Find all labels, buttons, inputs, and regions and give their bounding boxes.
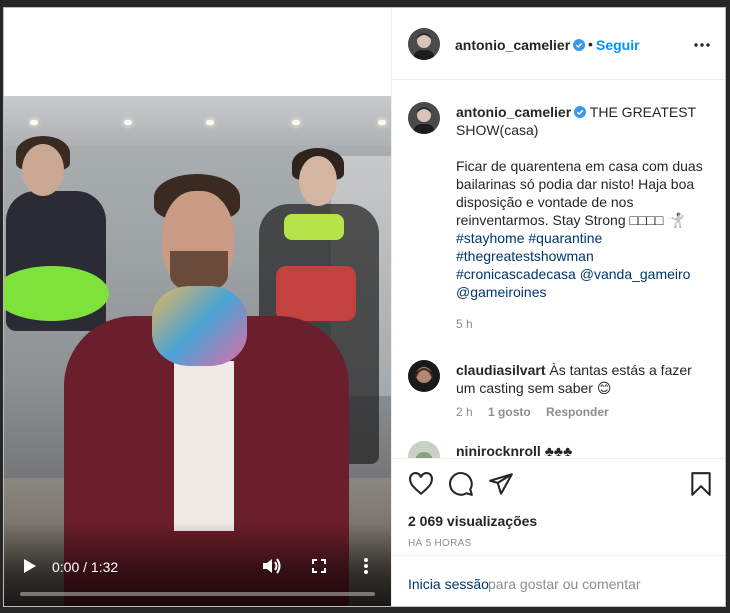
ellipsis-icon[interactable] — [692, 35, 712, 55]
dancer-right-head — [299, 156, 337, 206]
heart-icon[interactable] — [408, 471, 434, 497]
comments-list[interactable]: antonio_camelier THE GREATEST SHOW(casa)… — [392, 81, 725, 458]
comment-meta: 2 h 1 gosto Responder — [456, 405, 621, 419]
more-options-icon[interactable] — [354, 554, 378, 578]
avatar[interactable] — [408, 28, 440, 60]
view-count[interactable]: 2 069 visualizações — [408, 513, 537, 529]
ceiling-light — [206, 120, 214, 125]
comment-username[interactable]: claudiasilvart — [456, 362, 546, 378]
fullscreen-icon[interactable] — [307, 554, 331, 578]
header-username-link[interactable]: antonio_camelier — [455, 37, 586, 53]
dancer-right-skirt — [276, 266, 356, 321]
avatar[interactable] — [408, 441, 440, 458]
caption-username[interactable]: antonio_camelier — [456, 104, 571, 120]
man-shirt — [174, 361, 234, 531]
login-bar: Inicia sessão para gostar ou comentar — [392, 555, 725, 606]
comment-bubble-icon[interactable] — [448, 471, 474, 497]
caption-body: Ficar de quarentena em casa com duas bai… — [456, 158, 703, 228]
volume-icon[interactable] — [260, 554, 284, 578]
background-strip-top — [0, 0, 730, 7]
verified-badge-icon — [574, 106, 587, 118]
paper-plane-icon[interactable] — [488, 471, 514, 497]
video-controls: 0:00 / 1:32 — [4, 523, 391, 606]
hashtag-link[interactable]: #stayhome — [456, 230, 524, 246]
comment-timestamp[interactable]: 2 h — [456, 405, 473, 419]
post-date[interactable]: HÁ 5 HORAS — [408, 538, 472, 549]
follow-button[interactable]: Seguir — [596, 37, 640, 53]
post-actions: 2 069 visualizações HÁ 5 HORAS Inicia se… — [392, 458, 725, 606]
comment: claudiasilvart Às tantas estás a fazer u… — [456, 361, 711, 397]
comment-username[interactable]: ninirocknroll — [456, 443, 541, 458]
post-details-panel: antonio_camelier • Seguir antonio_cameli… — [391, 8, 725, 606]
bookmark-icon[interactable] — [688, 471, 714, 497]
dancer-right-top — [284, 214, 344, 240]
mention-link[interactable]: @vanda_gameiro — [580, 266, 691, 282]
comment-text: ♣♣♣ — [544, 443, 573, 458]
mention-link[interactable]: @gameiroines — [456, 284, 546, 300]
post-modal: 0:00 / 1:32 antonio_camelier • Seguir an… — [3, 7, 726, 607]
caption: antonio_camelier THE GREATEST SHOW(casa)… — [456, 103, 716, 301]
ceiling-light — [124, 120, 132, 125]
play-icon[interactable] — [18, 554, 42, 578]
man-scarf — [152, 286, 247, 366]
progress-bar[interactable] — [20, 592, 375, 596]
comment: ninirocknroll ♣♣♣ — [456, 443, 572, 458]
ceiling-light — [292, 120, 300, 125]
separator-dot: • — [588, 36, 593, 52]
verified-badge-icon — [573, 39, 586, 51]
login-link[interactable]: Inicia sessão — [408, 576, 489, 592]
ceiling — [4, 96, 391, 146]
hashtag-link[interactable]: #cronicascadecasa — [456, 266, 576, 282]
avatar[interactable] — [408, 360, 440, 392]
ceiling-light — [30, 120, 38, 125]
reply-button[interactable]: Responder — [546, 405, 609, 419]
avatar[interactable] — [408, 102, 440, 134]
caption-timestamp[interactable]: 5 h — [456, 317, 473, 331]
comment-likes[interactable]: 1 gosto — [488, 405, 531, 419]
username-text: antonio_camelier — [455, 37, 571, 53]
dancer-left-head — [22, 144, 64, 196]
man-beard — [170, 251, 228, 291]
hashtag-link[interactable]: #thegreatestshowman — [456, 248, 594, 264]
post-header: antonio_camelier • Seguir — [392, 8, 725, 80]
login-prompt-text: para gostar ou comentar — [488, 576, 641, 592]
ceiling-light — [378, 120, 386, 125]
video-player[interactable]: 0:00 / 1:32 — [4, 8, 391, 606]
video-time: 0:00 / 1:32 — [52, 559, 119, 575]
hashtag-link[interactable]: #quarantine — [528, 230, 602, 246]
